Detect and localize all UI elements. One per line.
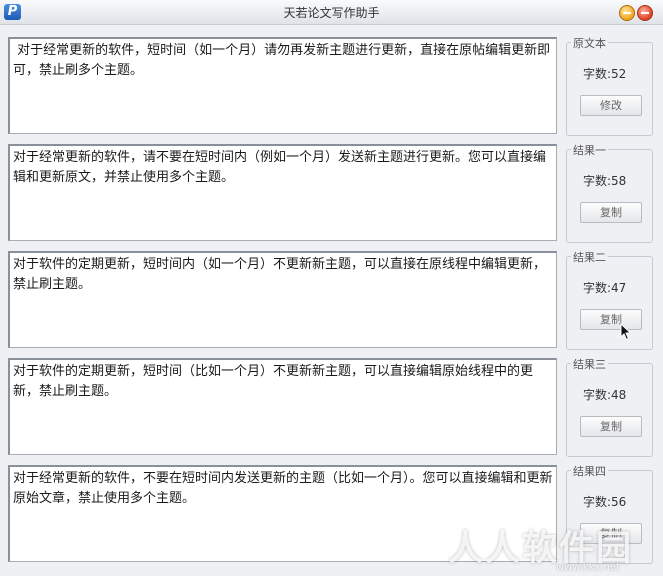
group-label: 结果二 [571, 249, 608, 265]
group-label: 原文本 [571, 35, 608, 51]
char-count: 字数:48 [583, 388, 627, 402]
copy-button[interactable]: 复制 [580, 416, 642, 437]
char-count: 字数:47 [583, 281, 627, 295]
original-text-area[interactable]: 对于经常更新的软件，短时间（如一个月）请勿再发新主题进行更新，直接在原帖编辑更新… [8, 37, 557, 134]
title-bar: P 天若论文写作助手 [0, 0, 663, 25]
window-title: 天若论文写作助手 [283, 6, 380, 20]
original-row: 对于经常更新的软件，短时间（如一个月）请勿再发新主题进行更新，直接在原帖编辑更新… [0, 35, 663, 141]
result-text-area[interactable]: 对于软件的定期更新，短时间（比如一个月）不更新新主题，可以直接编辑原始线程中的更… [8, 358, 557, 455]
result-group: 结果三 字数:48 复制 [566, 356, 653, 457]
result-group: 结果一 字数:58 复制 [566, 142, 653, 243]
char-count: 字数:58 [583, 174, 627, 188]
group-label: 结果四 [571, 463, 608, 479]
group-label: 结果三 [571, 356, 608, 372]
minimize-button[interactable] [619, 5, 635, 21]
copy-button[interactable]: 复制 [580, 202, 642, 223]
result-row-2: 对于软件的定期更新，短时间内（如一个月）不更新新主题，可以直接在原线程中编辑更新… [0, 249, 663, 355]
result-group: 结果二 字数:47 复制 [566, 249, 653, 350]
result-text-area[interactable]: 对于经常更新的软件，请不要在短时间内（例如一个月）发送新主题进行更新。您可以直接… [8, 144, 557, 241]
close-icon [641, 12, 649, 14]
close-button[interactable] [637, 5, 653, 21]
copy-button[interactable]: 复制 [580, 309, 642, 330]
mouse-cursor-icon [620, 323, 632, 341]
char-count: 字数:52 [583, 67, 627, 81]
result-row-3: 对于软件的定期更新，短时间（比如一个月）不更新新主题，可以直接编辑原始线程中的更… [0, 356, 663, 462]
minimize-icon [623, 12, 631, 14]
watermark-url: www.kkx.net [556, 562, 620, 573]
original-group: 原文本 字数:52 修改 [566, 35, 653, 136]
result-row-1: 对于经常更新的软件，请不要在短时间内（例如一个月）发送新主题进行更新。您可以直接… [0, 142, 663, 248]
modify-button[interactable]: 修改 [580, 95, 642, 116]
char-count: 字数:56 [583, 495, 627, 509]
result-text-area[interactable]: 对于软件的定期更新，短时间内（如一个月）不更新新主题，可以直接在原线程中编辑更新… [8, 251, 557, 348]
group-label: 结果一 [571, 142, 608, 158]
